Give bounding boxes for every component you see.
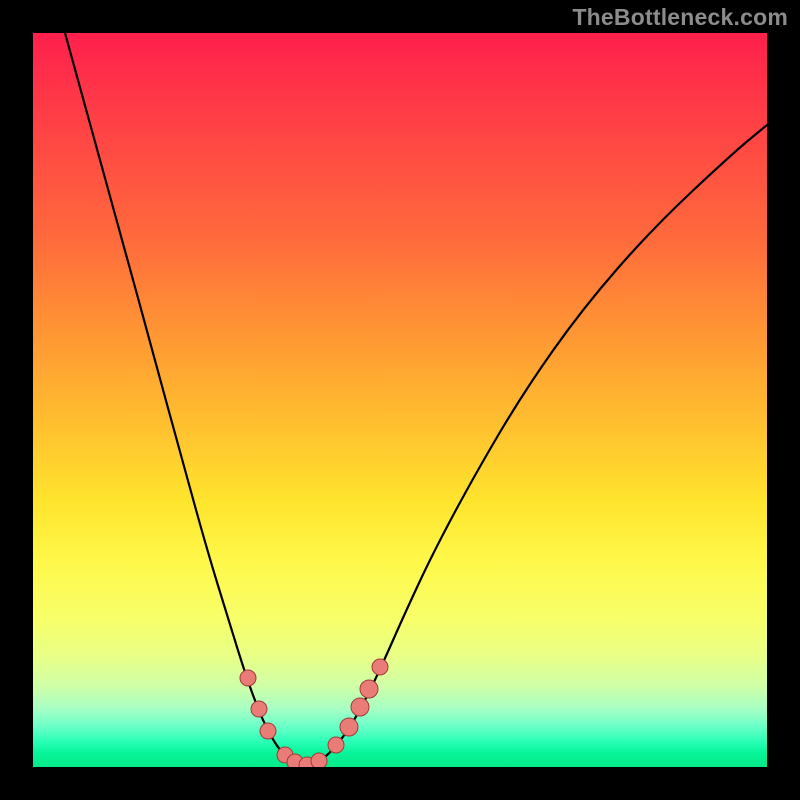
curve-marker [340,718,358,736]
bottleneck-curve [65,33,767,766]
curve-marker [311,753,327,767]
curve-marker [240,670,256,686]
curve-marker [251,701,267,717]
curve-layer [33,33,767,767]
curve-marker [351,698,369,716]
outer-frame: TheBottleneck.com [0,0,800,800]
curve-marker [260,723,276,739]
curve-marker [328,737,344,753]
plot-area [33,33,767,767]
curve-marker [360,680,378,698]
curve-markers [240,659,388,767]
watermark-text: TheBottleneck.com [572,4,788,31]
curve-marker [372,659,388,675]
